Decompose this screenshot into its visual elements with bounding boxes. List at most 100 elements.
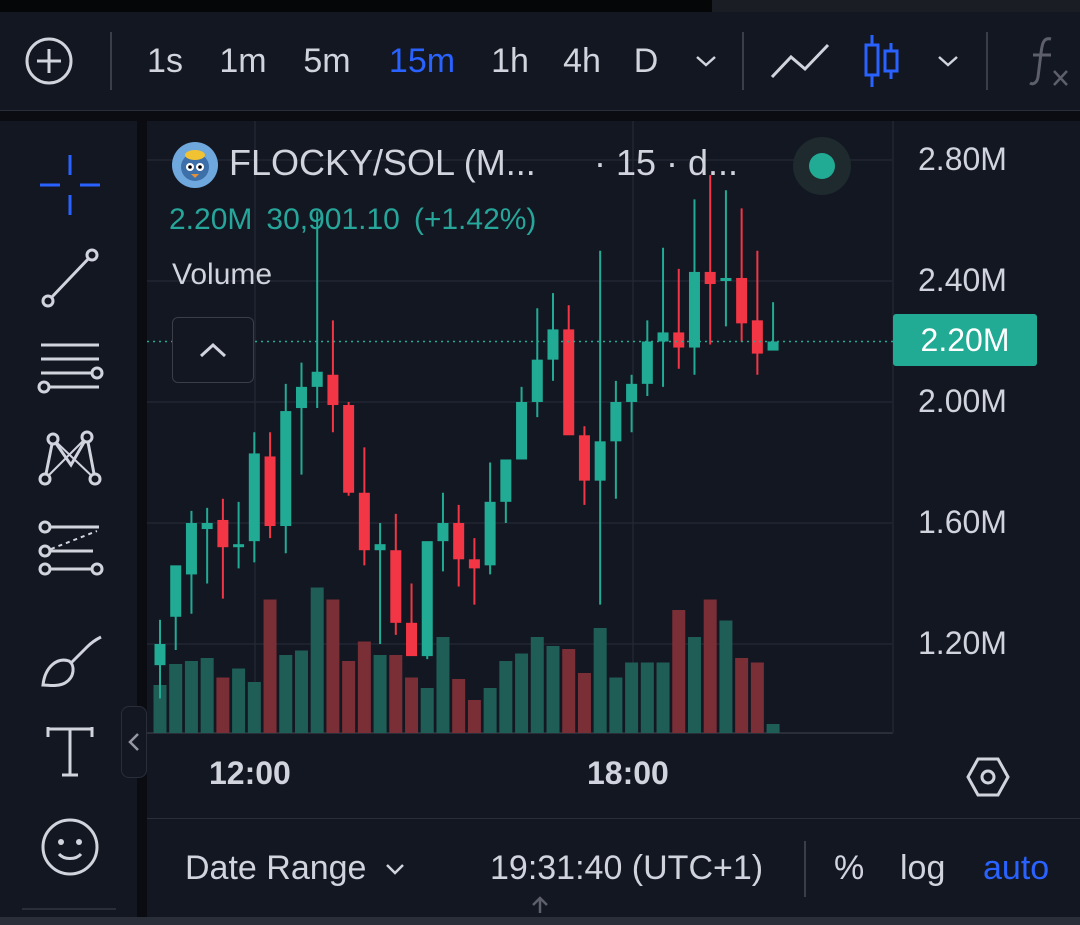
crosshair-tool[interactable] [30, 149, 110, 221]
volume-bar [687, 637, 701, 733]
live-status-dot-icon [809, 153, 835, 179]
timeframe-5m[interactable]: 5m [296, 12, 358, 110]
volume-bar [735, 658, 749, 733]
volume-bar [530, 637, 544, 733]
legend-values: 2.20M 30,901.10 (+1.42%) [169, 203, 550, 237]
symbol-title[interactable]: FLOCKY/SOL (M... [229, 142, 536, 184]
volume-bar [232, 668, 246, 733]
horizontal-lines-tool[interactable] [30, 331, 110, 403]
emoji-tool[interactable] [30, 811, 110, 883]
legend-price: 2.20M [169, 203, 253, 236]
collapse-legend-button[interactable] [172, 317, 254, 383]
volume-bar [216, 677, 230, 733]
candle-body [343, 405, 355, 493]
date-range-label: Date Range [185, 849, 367, 887]
volume-bar [577, 673, 591, 733]
volume-bar [750, 662, 764, 733]
candle-body [736, 277, 748, 324]
trendline-tool[interactable] [30, 241, 110, 313]
arrow-up-icon[interactable] [529, 895, 551, 915]
volume-bar [420, 688, 434, 733]
volume-bar [200, 658, 214, 733]
bottom-separator [804, 841, 806, 897]
candle-body [311, 371, 323, 387]
candle-body [516, 402, 528, 460]
indicators-button[interactable] [1024, 12, 1074, 110]
candle-body [547, 329, 559, 360]
candle-body [720, 277, 732, 281]
y-axis-tick: 2.80M [918, 141, 1007, 177]
percent-scale-toggle[interactable]: % [834, 819, 864, 918]
brush-icon [41, 635, 102, 687]
volume-bar [294, 650, 308, 733]
volume-bar [609, 677, 623, 733]
y-axis-tick: 1.20M [918, 625, 1007, 661]
timeframe-15m[interactable]: 15m [380, 12, 464, 110]
timeframe-1s[interactable]: 1s [140, 12, 190, 110]
timeframe-1m[interactable]: 1m [212, 12, 274, 110]
candlestick-icon [864, 35, 899, 87]
candles-chart-button[interactable] [858, 12, 904, 110]
timeframe-4h[interactable]: 4h [556, 12, 608, 110]
candle-body [201, 523, 213, 530]
trend-line-icon [41, 248, 99, 308]
date-range-button[interactable]: Date Range [185, 819, 406, 918]
brush-tool[interactable] [30, 623, 110, 695]
candle-body [280, 411, 292, 527]
volume-bar [766, 724, 780, 733]
candle-body [264, 456, 276, 527]
y-axis-tick: 2.00M [918, 383, 1007, 419]
legend-volume: 30,901.10 [266, 203, 400, 236]
candle-body [500, 459, 512, 502]
timeframe-dropdown[interactable] [688, 12, 724, 110]
log-scale-toggle[interactable]: log [900, 819, 945, 918]
pattern-tool[interactable] [30, 421, 110, 493]
candle-body [610, 402, 622, 442]
symbol-interval: · 15 · d... [594, 142, 739, 183]
text-tool[interactable] [30, 715, 110, 787]
status-strip [0, 0, 1080, 12]
drawing-toolbar [0, 121, 137, 917]
add-symbol-button[interactable] [20, 12, 78, 110]
volume-bar [263, 599, 277, 733]
candle-body [327, 374, 339, 406]
chart-settings-icon[interactable] [966, 755, 1010, 799]
collapse-toolbar-button[interactable] [121, 706, 147, 778]
volume-bar [719, 620, 733, 733]
plus-circle-icon [25, 37, 73, 85]
legend-change: (+1.42%) [413, 203, 537, 236]
y-axis-tick: 2.40M [918, 262, 1007, 298]
candle-body [673, 332, 685, 348]
volume-bar [310, 587, 324, 733]
top-toolbar: 1s 1m 5m 15m 1h 4h D [0, 12, 1080, 111]
timeframe-1h[interactable]: 1h [484, 12, 536, 110]
market-status[interactable] [793, 137, 851, 195]
line-chart-button[interactable] [768, 12, 832, 110]
auto-scale-toggle[interactable]: auto [983, 819, 1049, 918]
toolbar-separator [110, 32, 112, 90]
chevron-down-icon [386, 863, 405, 875]
candle-body [657, 332, 669, 342]
candle-body [248, 453, 260, 542]
volume-bar [169, 664, 183, 733]
candle-body [751, 320, 763, 354]
candle-body [578, 435, 590, 481]
parallel-lines-icon [37, 343, 104, 394]
forecast-tool[interactable] [30, 513, 110, 585]
prediction-icon [38, 520, 104, 576]
candle-body [295, 386, 307, 409]
volume-bar [656, 662, 670, 733]
volume-bar [625, 662, 639, 733]
bottom-bar: Date Range 19:31:40 (UTC+1) % log auto [147, 818, 1080, 918]
smiley-icon [41, 818, 99, 876]
chart-type-dropdown[interactable] [930, 12, 966, 110]
timeframe-d[interactable]: D [628, 12, 664, 110]
volume-bar [247, 682, 261, 733]
x-axis-tick: 18:00 [587, 755, 669, 791]
candle-body [374, 544, 386, 551]
volume-bar [342, 661, 356, 733]
volume-bar [467, 700, 481, 733]
volume-indicator-label[interactable]: Volume [172, 258, 272, 292]
volume-bar [373, 655, 387, 733]
text-icon [46, 727, 94, 777]
